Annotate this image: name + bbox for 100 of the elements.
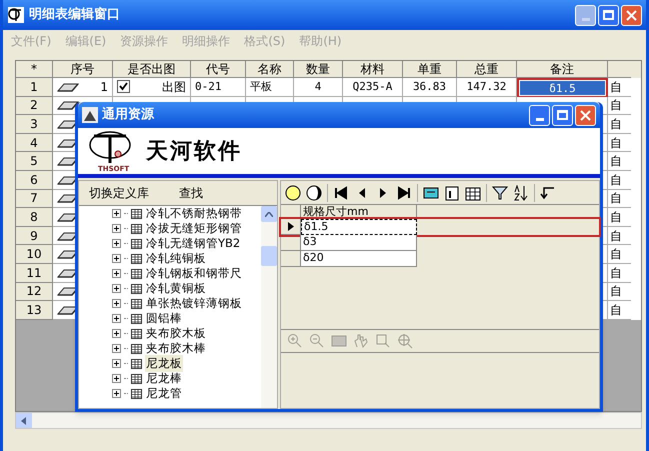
column-header[interactable]: 规格尺寸mm [301, 205, 417, 218]
app-icon [82, 107, 98, 123]
row-header[interactable]: 13 [16, 301, 53, 320]
table-cell-text: 自 [610, 228, 622, 245]
table-cell-text: 自 [610, 153, 622, 170]
tree-item[interactable]: 圆铝棒 [145, 310, 183, 328]
tree-item[interactable]: 冷拔无缝矩形钢管 [145, 220, 243, 238]
table-icon [131, 254, 142, 264]
return-arrow-icon[interactable] [540, 184, 556, 200]
logo-text: 天河软件 [146, 138, 242, 166]
table-icon [131, 374, 142, 384]
expand-toggle[interactable] [112, 254, 121, 263]
grid-cell[interactable]: δ3 [301, 235, 417, 251]
tree-item[interactable]: 冷轧黄铜板 [145, 280, 207, 298]
horizontal-scrollbar[interactable] [15, 412, 642, 429]
expand-toggle[interactable] [112, 314, 121, 323]
table-cell-text: 147.32 [466, 78, 506, 95]
expand-toggle[interactable] [112, 359, 121, 368]
row-header[interactable]: 11 [16, 264, 53, 283]
checkbox[interactable] [117, 80, 130, 94]
dialog-title: 通用资源 [102, 106, 156, 124]
row-header[interactable]: 3 [16, 115, 53, 134]
maximize-button[interactable] [552, 104, 573, 126]
table-icon [131, 268, 142, 278]
table-cell-text: 自 [610, 264, 622, 282]
half-circle-icon[interactable] [306, 184, 322, 200]
app-icon [7, 6, 25, 24]
expand-toggle[interactable] [112, 374, 121, 383]
row-header[interactable]: 2 [16, 96, 53, 116]
row-header[interactable]: 5 [16, 152, 53, 171]
table-icon [131, 344, 142, 354]
circle-icon[interactable] [285, 184, 301, 200]
table-icon [131, 388, 142, 398]
table-cell-text: 自 [610, 302, 622, 319]
vertical-scrollbar[interactable] [261, 206, 277, 408]
row-header[interactable]: 8 [16, 208, 53, 227]
table-cell-text: 出图 [162, 78, 186, 96]
table-cell-text: 自 [610, 97, 622, 114]
column-header[interactable]: 备注 [517, 61, 608, 78]
form-icon[interactable] [423, 184, 439, 200]
row-header[interactable]: 12 [16, 282, 53, 302]
row-header[interactable]: 4 [16, 134, 53, 152]
close-button[interactable] [575, 104, 596, 126]
table-cell-text: 自 [610, 78, 622, 96]
left-arrow-icon [21, 416, 27, 424]
tree-item[interactable]: 尼龙板 [145, 354, 183, 372]
table-icon [131, 284, 142, 294]
table-cell-text: Q235-A [352, 78, 392, 95]
first-record-icon[interactable] [333, 184, 349, 200]
table-cell-text: 自 [610, 172, 622, 189]
tree-item[interactable]: 尼龙管 [145, 384, 183, 402]
clipboard-icon[interactable] [444, 184, 460, 200]
tree-item[interactable]: 冷轧不锈耐热钢带 [145, 206, 243, 222]
table-cell[interactable]: δ1.5 [517, 78, 608, 97]
row-header[interactable]: 1 [16, 78, 53, 97]
row-header[interactable]: 6 [16, 170, 53, 190]
table-icon [131, 298, 142, 308]
table-cell-text: 0-21 [195, 78, 222, 95]
filter-icon[interactable] [492, 184, 508, 200]
expand-toggle[interactable] [112, 389, 121, 398]
last-record-icon[interactable] [396, 184, 412, 200]
plate-icon [57, 82, 79, 92]
sort-icon[interactable] [513, 184, 529, 200]
grid-cell[interactable]: δ1.5 [301, 219, 417, 235]
row-pointer-icon [288, 222, 294, 231]
expand-toggle[interactable] [112, 299, 121, 308]
toolbar-button[interactable]: 切换定义库 [89, 184, 149, 202]
tree-item[interactable]: 冷轧钢板和钢带尺 [145, 264, 243, 282]
maximize-button[interactable] [598, 4, 619, 26]
tree-item[interactable]: 尼龙棒 [145, 370, 183, 388]
table-cell-text: 平板 [250, 78, 272, 95]
table-icon [131, 328, 142, 338]
close-icon [626, 10, 637, 20]
table-icon [131, 358, 142, 368]
table-cell-text: 自 [610, 283, 622, 300]
tree-item[interactable]: 夹布胶木棒 [145, 340, 207, 358]
toolbar-button[interactable]: 查找 [179, 184, 203, 202]
close-button[interactable] [621, 4, 642, 26]
tree-item[interactable]: 冷轧纯铜板 [145, 250, 207, 268]
scrollbar-thumb[interactable] [261, 246, 277, 266]
tree-item[interactable]: 冷轧无缝钢管YB2 [145, 234, 242, 252]
table-cell-text: 4 [314, 78, 322, 95]
grid-cell[interactable]: δ20 [301, 251, 417, 267]
row-header[interactable]: 10 [16, 245, 53, 264]
table-cell-text: 1 [100, 78, 108, 96]
expand-toggle[interactable] [112, 329, 121, 338]
table-icon [131, 224, 142, 234]
expand-toggle[interactable] [112, 224, 121, 233]
row-header[interactable]: 9 [16, 226, 53, 246]
tree-item[interactable]: 单张热镀锌薄钢板 [145, 294, 243, 312]
tree-item[interactable]: 夹布胶木板 [145, 324, 207, 342]
expand-toggle[interactable] [112, 209, 121, 218]
expand-toggle[interactable] [112, 284, 121, 293]
table-icon [131, 238, 142, 248]
table-icon [131, 314, 142, 324]
expand-toggle[interactable] [112, 269, 121, 278]
expand-toggle[interactable] [112, 239, 121, 248]
row-header[interactable]: 7 [16, 190, 53, 208]
expand-toggle[interactable] [112, 344, 121, 353]
table-cell-text: 36.83 [412, 78, 446, 95]
